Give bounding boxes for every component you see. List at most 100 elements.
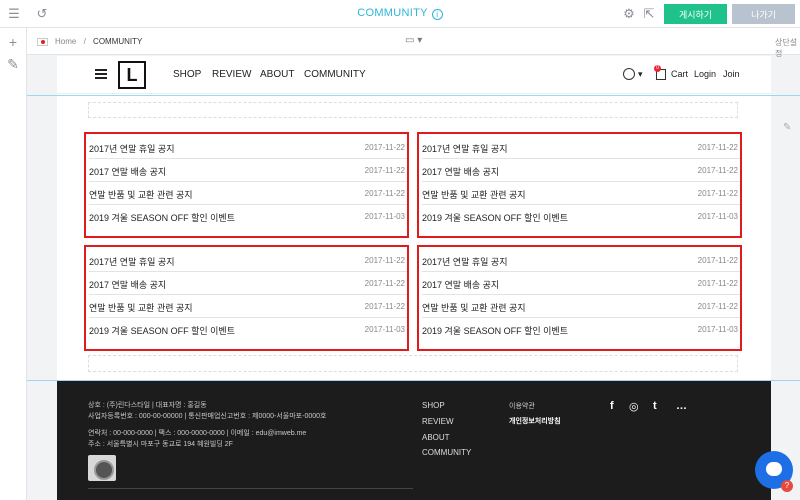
- footer-company: 상호 : (주)린다스타일 | 대표자명 : 홍길동: [88, 402, 207, 409]
- notice-box-1: 2017년 연말 휴일 공지 2017-11-22 2017 연말 배송 공지 201…: [84, 132, 409, 238]
- notice-date: 2017-11-03: [364, 325, 405, 334]
- nav-shop[interactable]: SHOP: [173, 69, 201, 80]
- notice-date: 2017-11-22: [697, 143, 738, 152]
- notice-date: 2017-11-22: [364, 279, 405, 288]
- notice-date: 2017-11-03: [697, 325, 738, 334]
- add-icon[interactable]: +: [6, 35, 20, 49]
- notice-title[interactable]: 2019 겨울 SEASON OFF 할인 이벤트: [422, 324, 568, 337]
- menu-icon[interactable]: ☰: [7, 7, 21, 21]
- footer-link-community[interactable]: COMMUNITY: [422, 448, 471, 457]
- footer-link-review[interactable]: REVIEW: [422, 417, 454, 426]
- notice-row[interactable]: 연말 반품 및 교환 관련 공지 2017-11-22: [89, 182, 407, 205]
- notice-title[interactable]: 연말 반품 및 교환 관련 공지: [422, 301, 526, 314]
- notice-title[interactable]: 2019 겨울 SEASON OFF 할인 이벤트: [422, 211, 568, 224]
- notice-title[interactable]: 2017년 연말 휴일 공지: [89, 142, 174, 155]
- notice-title[interactable]: 2017 연말 배송 공지: [422, 278, 499, 291]
- desktop-view-icon[interactable]: ▭ ▾: [405, 35, 422, 46]
- notice-row[interactable]: 연말 반품 및 교환 관련 공지 2017-11-22: [89, 295, 407, 318]
- notice-title[interactable]: 연말 반품 및 교환 관련 공지: [89, 188, 193, 201]
- footer-link-about[interactable]: ABOUT: [422, 433, 450, 442]
- page-title: COMMUNITY: [357, 7, 428, 19]
- terms-link[interactable]: 이용약관: [509, 401, 535, 411]
- exit-button[interactable]: 나가기: [732, 4, 795, 24]
- notice-row[interactable]: 연말 반품 및 교환 관련 공지 2017-11-22: [422, 295, 740, 318]
- breadcrumb: Home / COMMUNITY: [55, 37, 142, 46]
- empty-section-placeholder[interactable]: [88, 102, 738, 118]
- cart-count-badge: 0: [654, 65, 661, 72]
- notice-title[interactable]: 2017년 연말 휴일 공지: [422, 142, 507, 155]
- breadcrumb-current: COMMUNITY: [93, 37, 143, 46]
- notice-title[interactable]: 2017 연말 배송 공지: [89, 278, 166, 291]
- notice-title[interactable]: 2019 겨울 SEASON OFF 할인 이벤트: [89, 211, 235, 224]
- notice-date: 2017-11-22: [364, 256, 405, 265]
- notice-row[interactable]: 2019 겨울 SEASON OFF 할인 이벤트 2017-11-03: [89, 205, 407, 228]
- site-logo[interactable]: L: [118, 61, 146, 89]
- pin-side-icon[interactable]: ✎: [783, 122, 791, 133]
- login-link[interactable]: Login: [694, 69, 716, 79]
- notice-row[interactable]: 2017 연말 배송 공지 2017-11-22: [422, 272, 740, 295]
- pin-icon[interactable]: ✎: [6, 57, 20, 71]
- help-badge[interactable]: ?: [781, 480, 793, 492]
- talk-icon[interactable]: …: [676, 400, 687, 412]
- nav-community[interactable]: COMMUNITY: [304, 69, 366, 80]
- privacy-link[interactable]: 개인정보처리방침: [509, 416, 561, 426]
- notice-row[interactable]: 2017년 연말 휴일 공지 2017-11-22: [89, 249, 407, 272]
- notice-title[interactable]: 2017 연말 배송 공지: [89, 165, 166, 178]
- certification-badge: [88, 455, 116, 481]
- gear-icon[interactable]: ⚙: [622, 7, 636, 21]
- breadcrumb-home[interactable]: Home: [55, 37, 76, 46]
- notice-row[interactable]: 2017년 연말 휴일 공지 2017-11-22: [422, 249, 740, 272]
- nav-about[interactable]: ABOUT: [260, 69, 294, 80]
- nav-review[interactable]: REVIEW: [212, 69, 251, 80]
- site-canvas: L SHOP REVIEW ABOUT COMMUNITY ▾ 0 Cart L…: [57, 56, 771, 500]
- notice-date: 2017-11-03: [697, 212, 738, 221]
- notice-title[interactable]: 연말 반품 및 교환 관련 공지: [89, 301, 193, 314]
- notice-date: 2017-11-22: [697, 256, 738, 265]
- notice-row[interactable]: 2017년 연말 휴일 공지 2017-11-22: [422, 136, 740, 159]
- join-link[interactable]: Join: [723, 69, 740, 79]
- notice-title[interactable]: 2017년 연말 휴일 공지: [422, 255, 507, 268]
- notice-row[interactable]: 2019 겨울 SEASON OFF 할인 이벤트 2017-11-03: [422, 205, 740, 228]
- notice-title[interactable]: 2017년 연말 휴일 공지: [89, 255, 174, 268]
- notice-row[interactable]: 연말 반품 및 교환 관련 공지 2017-11-22: [422, 182, 740, 205]
- notice-box-3: 2017년 연말 휴일 공지 2017-11-22 2017 연말 배송 공지 201…: [84, 245, 409, 351]
- notice-row[interactable]: 2017년 연말 휴일 공지 2017-11-22: [89, 136, 407, 159]
- notice-date: 2017-11-22: [697, 166, 738, 175]
- notice-title[interactable]: 2019 겨울 SEASON OFF 할인 이벤트: [89, 324, 235, 337]
- notice-date: 2017-11-22: [697, 189, 738, 198]
- notice-date: 2017-11-22: [364, 166, 405, 175]
- language-caret-icon[interactable]: ▾: [638, 69, 643, 80]
- guide-line-top: [27, 95, 800, 96]
- notice-box-4: 2017년 연말 휴일 공지 2017-11-22 2017 연말 배송 공지 201…: [417, 245, 742, 351]
- header-settings-label[interactable]: 상단설정: [775, 37, 800, 59]
- notice-row[interactable]: 2017 연말 배송 공지 2017-11-22: [89, 159, 407, 182]
- notice-date: 2017-11-22: [697, 302, 738, 311]
- notice-box-2: 2017년 연말 휴일 공지 2017-11-22 2017 연말 배송 공지 201…: [417, 132, 742, 238]
- notice-date: 2017-11-22: [364, 302, 405, 311]
- cart-link[interactable]: Cart: [671, 69, 688, 79]
- notice-row[interactable]: 2019 겨울 SEASON OFF 할인 이벤트 2017-11-03: [422, 318, 740, 341]
- breadcrumb-separator: /: [83, 37, 86, 46]
- notice-date: 2017-11-03: [364, 212, 405, 221]
- notice-title[interactable]: 2017 연말 배송 공지: [422, 165, 499, 178]
- notice-title[interactable]: 연말 반품 및 교환 관련 공지: [422, 188, 526, 201]
- globe-icon[interactable]: [623, 68, 635, 80]
- korea-flag-icon[interactable]: [37, 38, 48, 46]
- notice-row[interactable]: 2019 겨울 SEASON OFF 할인 이벤트 2017-11-03: [89, 318, 407, 341]
- facebook-icon[interactable]: f: [610, 400, 614, 412]
- notice-row[interactable]: 2017 연말 배송 공지 2017-11-22: [422, 159, 740, 182]
- undo-icon[interactable]: ↺: [35, 7, 49, 21]
- empty-section-placeholder-bottom[interactable]: [88, 355, 738, 372]
- footer-business-info: 사업자등록번호 : 000-00-00000 | 통신판매업신고번호 : 제00…: [88, 413, 327, 420]
- notice-date: 2017-11-22: [364, 189, 405, 198]
- hamburger-icon[interactable]: [95, 69, 107, 79]
- instagram-icon[interactable]: ◎: [629, 400, 639, 413]
- notice-row[interactable]: 2017 연말 배송 공지 2017-11-22: [89, 272, 407, 295]
- external-link-icon[interactable]: ⇱: [642, 7, 656, 21]
- footer-link-shop[interactable]: SHOP: [422, 401, 445, 410]
- publish-button[interactable]: 게시하기: [664, 4, 727, 24]
- footer-contact: 연락처 : 00-000-0000 | 팩스 : 000-0000-0000 |…: [88, 430, 307, 437]
- guide-line-bottom: [27, 380, 800, 381]
- twitter-icon[interactable]: t: [653, 400, 657, 412]
- info-icon[interactable]: i: [431, 9, 443, 20]
